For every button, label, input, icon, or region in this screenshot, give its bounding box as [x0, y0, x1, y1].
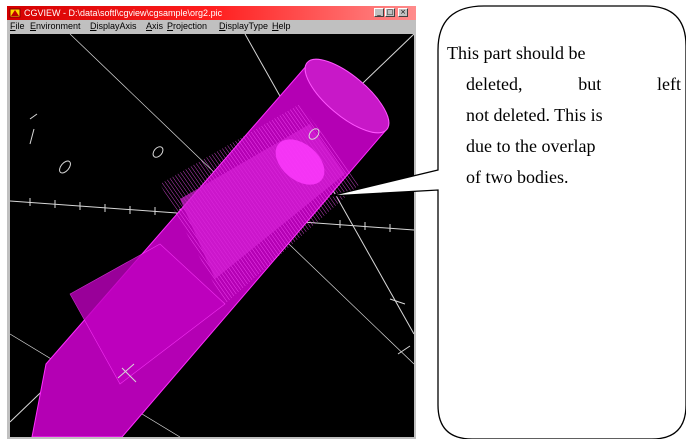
minimize-button[interactable]: _	[374, 8, 384, 17]
callout-word: left	[657, 74, 681, 94]
callout-line-4: due to the overlap	[466, 136, 596, 156]
callout-word: but	[578, 74, 602, 94]
menu-axis[interactable]: Axis	[146, 21, 163, 32]
callout-line-2: deleted, but left	[466, 69, 681, 100]
menu-environment[interactable]: Environment	[30, 21, 81, 32]
menu-help[interactable]: Help	[272, 21, 291, 32]
callout-word: deleted,	[466, 74, 523, 94]
callout-line-1: This part should be	[447, 43, 586, 63]
menu-displaytype[interactable]: DisplayType	[219, 21, 268, 32]
3d-viewport[interactable]: 0	[10, 34, 414, 437]
scene-graphic: 0	[10, 34, 414, 437]
menu-displayaxis[interactable]: DisplayAxis	[90, 21, 137, 32]
maximize-button[interactable]: □	[385, 8, 395, 17]
title-bar[interactable]: CGVIEW - D:\data\softl\cgview\cgsample\o…	[7, 6, 416, 20]
menu-file[interactable]: File	[10, 21, 25, 32]
menu-projection[interactable]: Projection	[167, 21, 207, 32]
app-icon	[9, 8, 21, 18]
close-button[interactable]: ×	[398, 8, 408, 17]
cylinder-body	[31, 58, 390, 437]
callout-text: This part should be deleted, but left no…	[447, 38, 685, 193]
cgview-window: CGVIEW - D:\data\softl\cgview\cgsample\o…	[7, 6, 416, 439]
callout-line-3: not deleted. This is	[466, 105, 603, 125]
window-title: CGVIEW - D:\data\softl\cgview\cgsample\o…	[24, 8, 223, 18]
menu-bar: File Environment DisplayAxis Axis Projec…	[7, 20, 416, 33]
callout-line-5: of two bodies.	[466, 167, 569, 187]
